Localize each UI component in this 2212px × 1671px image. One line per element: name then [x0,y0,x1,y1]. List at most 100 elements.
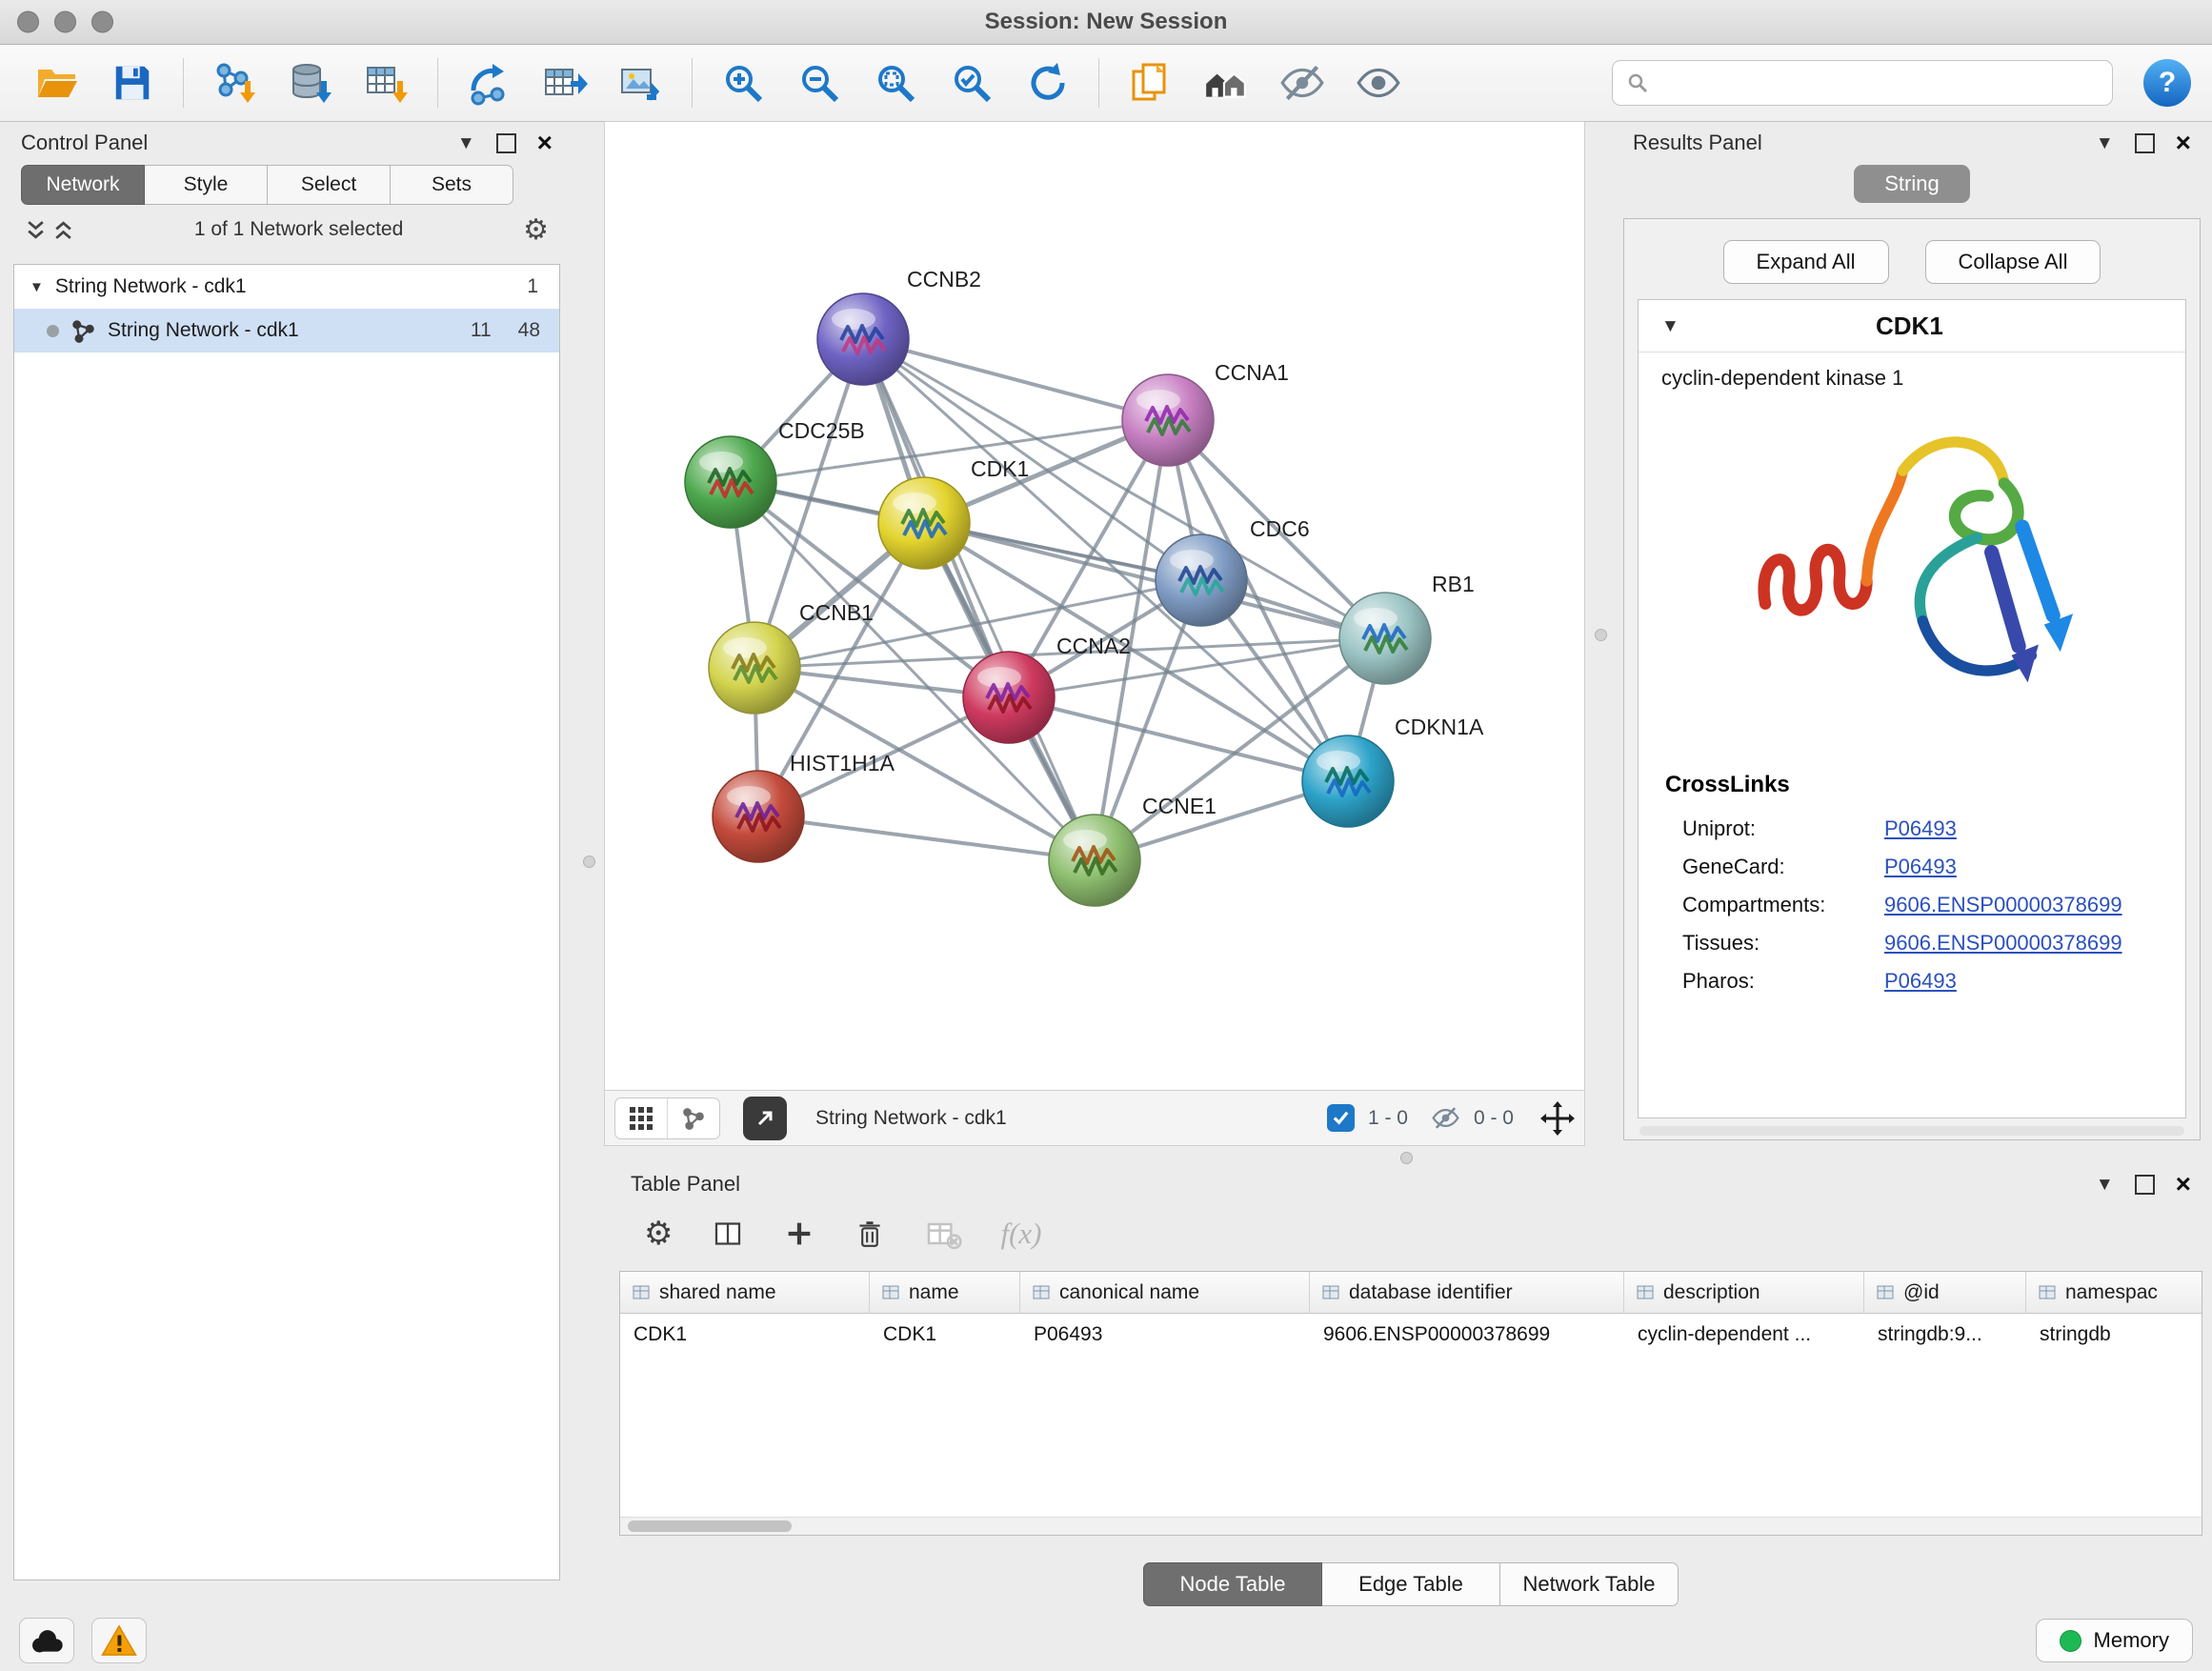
delete-trash-icon[interactable] [854,1218,886,1250]
crosslink-link[interactable]: P06493 [1884,969,1957,994]
save-session-button[interactable] [97,51,168,114]
collapse-all-button[interactable]: Collapse All [1925,240,2101,284]
tab-network-table[interactable]: Network Table [1500,1562,1679,1606]
crosslink-row: Tissues: 9606.ENSP00000378699 [1665,924,2159,962]
birds-eye-view-button[interactable] [615,1098,667,1138]
network-collection-row[interactable]: ▼ String Network - cdk1 1 [14,265,559,309]
save-icon [111,61,154,105]
column-header-id[interactable]: @id [1864,1272,2026,1314]
float-panel-icon[interactable] [2135,133,2155,153]
pan-crosshair-icon[interactable] [1540,1101,1575,1136]
tab-node-table[interactable]: Node Table [1143,1562,1322,1606]
memory-button[interactable]: Memory [2036,1619,2193,1662]
table-row[interactable]: CDK1 CDK1 P06493 9606.ENSP00000378699 cy… [620,1314,2202,1356]
column-header-database-identifier[interactable]: database identifier [1310,1272,1624,1314]
table-panel-tabs: Node Table Edge Table Network Table [617,1562,2204,1606]
zoom-in-button[interactable] [708,51,778,114]
application-window: Session: New Session [0,0,2212,1671]
crosslink-link[interactable]: 9606.ENSP00000378699 [1884,893,2122,917]
cell-namespace: stringdb [2026,1314,2202,1356]
scrollbar-thumb[interactable] [628,1520,792,1532]
toolbar-search [1612,60,2113,106]
network-selection-summary: 1 of 1 Network selected [74,218,523,241]
first-neighbors-button[interactable] [1191,51,1261,114]
splitter-handle[interactable] [1595,629,1607,641]
crosslink-link[interactable]: P06493 [1884,816,1957,841]
crosslink-link[interactable]: 9606.ENSP00000378699 [1884,931,2122,956]
gene-collapse-caret-icon[interactable]: ▼ [1661,317,1679,335]
refresh-view-button[interactable] [1013,51,1083,114]
hide-selected-button[interactable] [1267,51,1337,114]
panel-menu-caret-icon[interactable]: ▼ [457,134,475,152]
export-image-button[interactable] [606,51,676,114]
zoom-selected-button[interactable] [936,51,1007,114]
column-header-name[interactable]: name [870,1272,1020,1314]
crosslink-label: Compartments: [1682,893,1884,917]
table-settings-gear-icon[interactable]: ⚙ [644,1215,673,1253]
control-panel-header: Control Panel ▼ × [8,123,566,163]
close-panel-icon[interactable]: × [537,130,553,156]
show-columns-icon[interactable] [711,1217,745,1251]
collapse-all-icon[interactable] [25,219,47,241]
tree-expand-caret-icon[interactable]: ▼ [30,280,44,294]
tab-network[interactable]: Network [21,165,145,205]
network-canvas[interactable]: CCNB2CCNA1CDC25BCDK1CDC6RB1CCNB1CCNA2CDK… [604,121,1585,1091]
network-view-title: String Network - cdk1 [815,1107,1007,1130]
open-session-button[interactable] [21,51,91,114]
export-table-icon [542,60,588,106]
float-panel-icon[interactable] [496,133,516,153]
zoom-window-button[interactable] [91,11,113,33]
gene-card-header[interactable]: ▼ CDK1 [1639,300,2185,352]
float-panel-icon[interactable] [2135,1175,2155,1195]
crosslink-link[interactable]: P06493 [1884,855,1957,879]
zoom-fit-button[interactable] [860,51,931,114]
import-network-file-button[interactable] [199,51,270,114]
close-panel-icon[interactable]: × [2176,1171,2191,1198]
tab-style[interactable]: Style [145,165,268,205]
tab-edge-table[interactable]: Edge Table [1322,1562,1500,1606]
splitter-handle[interactable] [1400,1152,1413,1164]
tab-sets[interactable]: Sets [391,165,513,205]
column-icon [2038,1283,2057,1302]
minimize-window-button[interactable] [54,11,76,33]
close-window-button[interactable] [17,11,39,33]
show-all-button[interactable] [1343,51,1414,114]
new-network-button[interactable] [453,51,524,114]
network-mode-button[interactable] [667,1098,719,1138]
selected-checkbox-icon[interactable] [1327,1104,1355,1132]
panel-menu-caret-icon[interactable]: ▼ [2096,134,2114,152]
panel-menu-caret-icon[interactable]: ▼ [2096,1176,2114,1194]
network-row-selected[interactable]: String Network - cdk1 11 48 [14,309,559,352]
search-input[interactable] [1659,70,2099,95]
tab-select[interactable]: Select [268,165,391,205]
add-column-plus-icon[interactable] [783,1218,815,1250]
column-header-namespace[interactable]: namespac [2026,1272,2202,1314]
zoom-out-button[interactable] [784,51,855,114]
duplicate-network-button[interactable] [1115,51,1185,114]
search-icon [1626,71,1649,94]
crosslinks-title: CrossLinks [1665,772,2159,798]
detach-view-button[interactable] [743,1097,787,1140]
export-table-button[interactable] [530,51,600,114]
column-header-canonical-name[interactable]: canonical name [1020,1272,1310,1314]
cloud-status-button[interactable] [19,1618,74,1663]
column-header-description[interactable]: description [1624,1272,1864,1314]
tab-string[interactable]: String [1854,165,1969,203]
column-header-shared-name[interactable]: shared name [620,1272,870,1314]
warnings-button[interactable] [91,1618,147,1663]
expand-all-button[interactable]: Expand All [1723,240,1889,284]
help-button[interactable]: ? [2143,59,2191,107]
gear-icon[interactable]: ⚙ [523,213,549,247]
splitter-handle[interactable] [583,856,595,868]
import-network-database-button[interactable] [275,51,346,114]
table-panel: Table Panel ▼ × ⚙ f(x) shared name name … [617,1164,2204,1608]
network-share-icon [70,318,96,344]
column-icon [1321,1283,1340,1302]
close-panel-icon[interactable]: × [2176,130,2191,156]
table-horizontal-scrollbar[interactable] [620,1517,2202,1535]
column-icon [1032,1283,1051,1302]
expand-all-icon[interactable] [52,219,74,241]
external-link-icon [754,1107,776,1130]
results-scrollbar[interactable] [1639,1126,2184,1136]
import-table-file-button[interactable] [352,51,422,114]
